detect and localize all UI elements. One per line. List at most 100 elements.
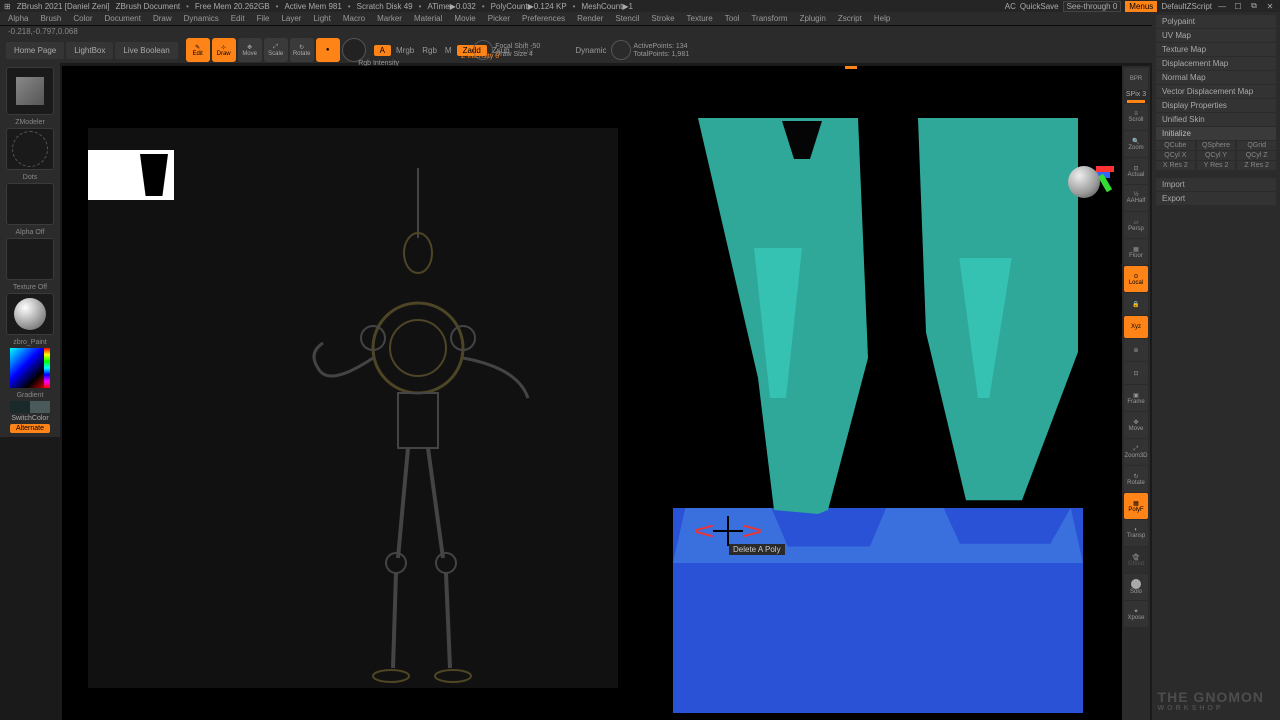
quicksave-button[interactable]: QuickSave bbox=[1020, 2, 1059, 11]
alternate-button[interactable]: Alternate bbox=[10, 424, 50, 433]
menu-picker[interactable]: Picker bbox=[488, 14, 510, 23]
navigation-gizmo[interactable] bbox=[1054, 146, 1114, 206]
lightbox-tab[interactable]: LightBox bbox=[66, 42, 113, 59]
qgrid-button[interactable]: QGrid bbox=[1237, 141, 1276, 150]
color-picker[interactable] bbox=[10, 348, 50, 388]
rgb-button[interactable]: Rgb bbox=[419, 46, 440, 55]
menu-alpha[interactable]: Alpha bbox=[8, 14, 28, 23]
stroke-dots[interactable] bbox=[6, 128, 54, 170]
xres-slider[interactable]: X Res 2 bbox=[1156, 161, 1195, 170]
gradient-toggle[interactable]: Gradient bbox=[17, 392, 44, 399]
xpose-button[interactable]: ✦Xpose bbox=[1124, 601, 1148, 627]
floor-button[interactable]: ▦Floor bbox=[1124, 239, 1148, 265]
menu-stencil[interactable]: Stencil bbox=[615, 14, 639, 23]
panel-initialize-header[interactable]: Initialize bbox=[1156, 127, 1276, 140]
focal-shift-slider[interactable]: Focal Shift -50 bbox=[495, 43, 540, 50]
menu-brush[interactable]: Brush bbox=[40, 14, 61, 23]
a-button[interactable]: A bbox=[374, 45, 391, 56]
restore-icon[interactable]: ⧉ bbox=[1248, 1, 1260, 11]
maximize-icon[interactable]: ☐ bbox=[1232, 2, 1244, 11]
menu-preferences[interactable]: Preferences bbox=[522, 14, 565, 23]
xyz-button[interactable]: Xyz bbox=[1124, 316, 1148, 338]
panel-texturemap[interactable]: Texture Map bbox=[1156, 43, 1276, 56]
ghost-button[interactable]: 👻Ghost bbox=[1124, 547, 1148, 573]
qcyly-button[interactable]: QCyl Y bbox=[1197, 151, 1236, 160]
live-boolean-tab[interactable]: Live Boolean bbox=[115, 42, 177, 59]
menu-zplugin[interactable]: Zplugin bbox=[800, 14, 826, 23]
switch-color-button[interactable]: SwitchColor bbox=[11, 415, 48, 422]
import-button[interactable]: Import bbox=[1156, 178, 1276, 191]
zmodeler-brush[interactable] bbox=[6, 67, 54, 115]
viewport[interactable]: The magic moths however d Their magic tu… bbox=[88, 128, 1124, 704]
bpr-button[interactable]: BPR bbox=[1124, 68, 1148, 90]
seethrough-slider[interactable]: See-through 0 bbox=[1063, 1, 1122, 12]
actual-button[interactable]: ⊡Actual bbox=[1124, 158, 1148, 184]
aahalf-button[interactable]: ½AAHalf bbox=[1124, 185, 1148, 211]
panel-uvmap[interactable]: UV Map bbox=[1156, 29, 1276, 42]
menu-help[interactable]: Help bbox=[874, 14, 890, 23]
panel-unifiedskin[interactable]: Unified Skin bbox=[1156, 113, 1276, 126]
frame-button[interactable]: ▣Frame bbox=[1124, 385, 1148, 411]
alpha-slot[interactable] bbox=[6, 183, 54, 225]
zoom-button[interactable]: 🔍Zoom bbox=[1124, 131, 1148, 157]
z-intensity-slider[interactable]: Z Intensity 0 bbox=[461, 53, 499, 60]
rotate-view-button[interactable]: ↻Rotate bbox=[1124, 466, 1148, 492]
material-slot[interactable] bbox=[6, 293, 54, 335]
minimize-icon[interactable]: — bbox=[1216, 2, 1228, 11]
menu-layer[interactable]: Layer bbox=[281, 14, 301, 23]
scroll-button[interactable]: ≡Scroll bbox=[1124, 104, 1148, 130]
menu-stroke[interactable]: Stroke bbox=[651, 14, 674, 23]
menu-document[interactable]: Document bbox=[105, 14, 141, 23]
menu-transform[interactable]: Transform bbox=[751, 14, 787, 23]
spix-readout[interactable]: SPix 3 bbox=[1126, 91, 1146, 98]
panel-normalmap[interactable]: Normal Map bbox=[1156, 71, 1276, 84]
menu-light[interactable]: Light bbox=[313, 14, 330, 23]
menu-draw[interactable]: Draw bbox=[153, 14, 172, 23]
menu-marker[interactable]: Marker bbox=[377, 14, 402, 23]
menu-tool[interactable]: Tool bbox=[725, 14, 740, 23]
menu-render[interactable]: Render bbox=[577, 14, 603, 23]
zres-slider[interactable]: Z Res 2 bbox=[1237, 161, 1276, 170]
close-icon[interactable]: ✕ bbox=[1264, 2, 1276, 11]
menus-button[interactable]: Menus bbox=[1125, 1, 1157, 12]
color-swatches[interactable] bbox=[10, 401, 50, 413]
menu-zscript[interactable]: Zscript bbox=[838, 14, 862, 23]
panel-displayprops[interactable]: Display Properties bbox=[1156, 99, 1276, 112]
qcylx-button[interactable]: QCyl X bbox=[1156, 151, 1195, 160]
menu-edit[interactable]: Edit bbox=[231, 14, 245, 23]
menu-material[interactable]: Material bbox=[414, 14, 442, 23]
menu-movie[interactable]: Movie bbox=[454, 14, 475, 23]
transp-button[interactable]: ◐Transp bbox=[1124, 520, 1148, 546]
fit-button[interactable]: ⊡ bbox=[1124, 362, 1148, 384]
m-button[interactable]: M bbox=[442, 46, 455, 55]
default-zscript[interactable]: DefaultZScript bbox=[1161, 2, 1212, 11]
center-button[interactable]: ⊕ bbox=[1124, 339, 1148, 361]
qsphere-button[interactable]: QSphere bbox=[1197, 141, 1236, 150]
3d-geometry[interactable] bbox=[628, 128, 1124, 704]
gizmo-sphere[interactable] bbox=[1068, 166, 1100, 198]
menu-dynamics[interactable]: Dynamics bbox=[184, 14, 219, 23]
qcube-button[interactable]: QCube bbox=[1156, 141, 1195, 150]
texture-slot[interactable] bbox=[6, 238, 54, 280]
lock-button[interactable]: 🔒 bbox=[1124, 293, 1148, 315]
dynamic-toggle[interactable]: Dynamic bbox=[572, 46, 609, 55]
local-button[interactable]: ⊙Local bbox=[1124, 266, 1148, 292]
rotate-mode-button[interactable]: ↻Rotate bbox=[290, 38, 314, 62]
yres-slider[interactable]: Y Res 2 bbox=[1197, 161, 1236, 170]
menu-texture[interactable]: Texture bbox=[687, 14, 713, 23]
panel-displacement[interactable]: Displacement Map bbox=[1156, 57, 1276, 70]
home-page-tab[interactable]: Home Page bbox=[6, 42, 64, 59]
persp-button[interactable]: ▱Persp bbox=[1124, 212, 1148, 238]
sculpt-sphere-icon[interactable]: ● bbox=[316, 38, 340, 62]
menu-file[interactable]: File bbox=[257, 14, 270, 23]
panel-vectordisp[interactable]: Vector Displacement Map bbox=[1156, 85, 1276, 98]
mrgb-button[interactable]: Mrgb bbox=[393, 46, 417, 55]
export-button[interactable]: Export bbox=[1156, 192, 1276, 205]
draw-size-slider[interactable]: Draw Size 4 bbox=[495, 51, 540, 58]
menu-color[interactable]: Color bbox=[73, 14, 92, 23]
gyro-icon[interactable] bbox=[342, 38, 366, 62]
zoom3d-button[interactable]: ⤢Zoom3D bbox=[1124, 439, 1148, 465]
polyf-button[interactable]: ▦PolyF bbox=[1124, 493, 1148, 519]
scale-mode-button[interactable]: ⤢Scale bbox=[264, 38, 288, 62]
draw-mode-button[interactable]: ⊹Draw bbox=[212, 38, 236, 62]
